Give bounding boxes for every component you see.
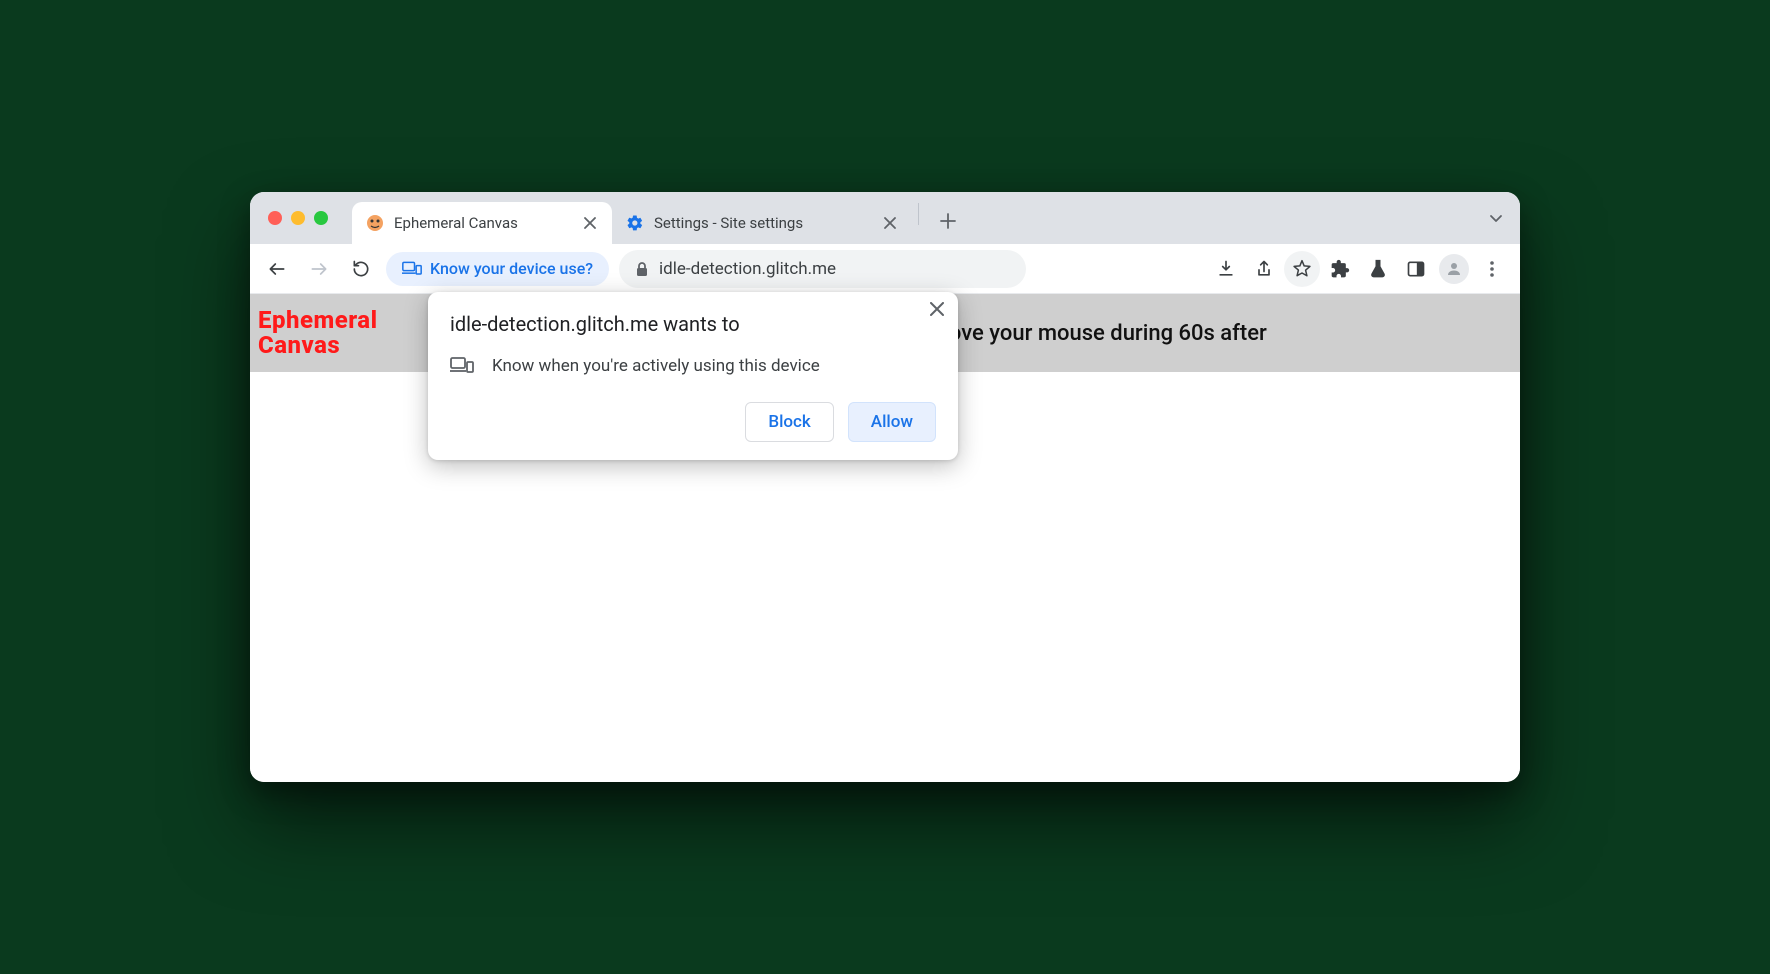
downloads-button[interactable] — [1208, 251, 1244, 287]
allow-label: Allow — [871, 412, 913, 432]
chevron-down-icon — [1488, 210, 1504, 226]
devices-icon — [402, 260, 422, 278]
reload-button[interactable] — [344, 252, 378, 286]
tab-strip: Ephemeral Canvas Settings - Site setting… — [250, 192, 1520, 244]
menu-button[interactable] — [1474, 251, 1510, 287]
permission-item-label: Know when you're actively using this dev… — [492, 356, 820, 376]
tab-close-icon[interactable] — [582, 215, 598, 231]
permission-title: idle-detection.glitch.me wants to — [450, 312, 936, 336]
share-button[interactable] — [1246, 251, 1282, 287]
new-tab-button[interactable] — [933, 206, 963, 236]
browser-window: Ephemeral Canvas Settings - Site setting… — [250, 192, 1520, 782]
tab-title: Ephemeral Canvas — [394, 214, 572, 232]
tab-close-icon[interactable] — [882, 215, 898, 231]
logo-line2: Canvas — [258, 333, 378, 358]
tab-separator — [918, 203, 919, 225]
gear-icon — [626, 214, 644, 232]
devices-icon — [450, 356, 474, 376]
window-traffic-lights — [268, 192, 352, 244]
address-bar[interactable]: idle-detection.glitch.me — [619, 250, 1026, 288]
sidepanel-button[interactable] — [1398, 251, 1434, 287]
bookmark-button[interactable] — [1284, 251, 1320, 287]
permission-item: Know when you're actively using this dev… — [450, 356, 936, 376]
tab-ephemeral-canvas[interactable]: Ephemeral Canvas — [352, 202, 612, 244]
profile-button[interactable] — [1436, 251, 1472, 287]
url-text: idle-detection.glitch.me — [659, 259, 836, 279]
extensions-button[interactable] — [1322, 251, 1358, 287]
block-button[interactable]: Block — [745, 402, 833, 442]
window-close-button[interactable] — [268, 211, 282, 225]
back-button[interactable] — [260, 252, 294, 286]
window-dropdown[interactable] — [1488, 192, 1504, 244]
permission-chip[interactable]: Know your device use? — [386, 252, 609, 286]
avatar-icon — [1439, 254, 1469, 284]
window-minimize-button[interactable] — [291, 211, 305, 225]
page-logo: Ephemeral Canvas — [258, 308, 378, 358]
block-label: Block — [768, 412, 810, 432]
logo-line1: Ephemeral — [258, 308, 378, 333]
tabs-container: Ephemeral Canvas Settings - Site setting… — [352, 192, 1488, 244]
forward-button[interactable] — [302, 252, 336, 286]
permission-chip-label: Know your device use? — [430, 259, 593, 278]
favicon-icon — [366, 214, 384, 232]
address-bar-container: Know your device use? idle-detection.gli… — [386, 250, 1026, 288]
permission-close-button[interactable] — [930, 302, 944, 316]
toolbar-right — [1208, 251, 1510, 287]
permission-prompt: idle-detection.glitch.me wants to Know w… — [428, 292, 958, 460]
window-maximize-button[interactable] — [314, 211, 328, 225]
lock-icon — [635, 261, 649, 277]
toolbar: Know your device use? idle-detection.gli… — [250, 244, 1520, 294]
permission-actions: Block Allow — [450, 402, 936, 442]
tab-settings[interactable]: Settings - Site settings — [612, 202, 912, 244]
labs-button[interactable] — [1360, 251, 1396, 287]
tab-title: Settings - Site settings — [654, 214, 872, 232]
allow-button[interactable]: Allow — [848, 402, 936, 442]
